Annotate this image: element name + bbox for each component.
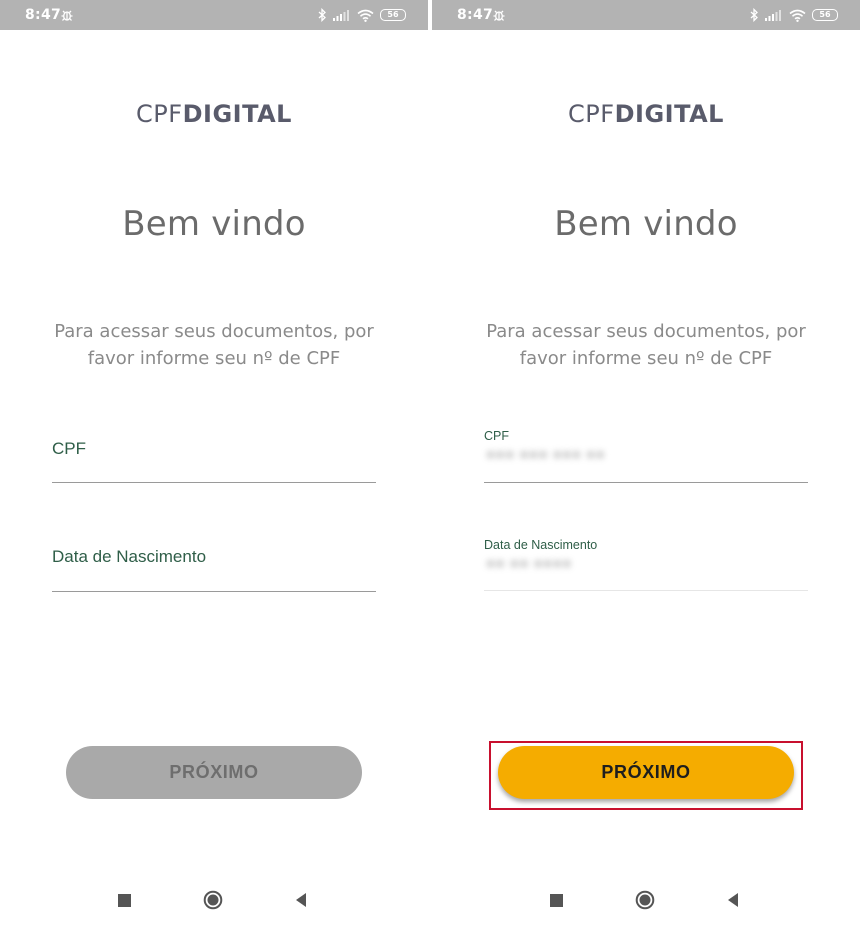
status-icons: 56 [318, 7, 406, 23]
cpf-field-label: CPF [52, 439, 86, 458]
recents-square-icon[interactable] [550, 894, 563, 907]
bug-icon [493, 10, 505, 21]
screenshot-comparison: 8:47 56 CPFDIGITAL Bem vindo Para acessa… [0, 0, 860, 927]
battery-level: 56 [387, 10, 399, 19]
birthdate-field-label: Data de Nascimento [52, 547, 207, 566]
phone-screen-filled: 8:47 56 CPFDIGITAL Bem vindo Para acessa… [432, 0, 860, 927]
instructions-text: Para acessar seus documentos, por favor … [54, 321, 374, 369]
cpf-field-value: ●●● ●●● ●●● ●● [486, 446, 606, 463]
signal-icon [765, 10, 781, 21]
home-circle-icon[interactable] [203, 890, 223, 910]
signal-icon [333, 10, 349, 21]
status-time: 8:47 [457, 7, 494, 23]
battery-icon: 56 [812, 9, 838, 21]
cpf-field-label: CPF [484, 429, 509, 443]
birthdate-field-label: Data de Nascimento [484, 538, 598, 552]
status-time: 8:47 [25, 7, 62, 23]
logo-light: CPF [136, 100, 183, 128]
phone-screen-empty: 8:47 56 CPFDIGITAL Bem vindo Para acessa… [0, 0, 428, 927]
battery-level: 56 [819, 10, 831, 19]
status-icons: 56 [750, 7, 838, 23]
next-button[interactable]: PRÓXIMO [498, 746, 794, 799]
battery-icon: 56 [380, 9, 406, 21]
birthdate-field[interactable]: Data de Nascimento [52, 531, 376, 592]
logo-light: CPF [568, 100, 615, 128]
navigation-bar [432, 870, 860, 927]
welcome-title: Bem vindo [554, 204, 738, 244]
birthdate-field[interactable]: Data de Nascimento ●● ●● ●●●● [484, 538, 808, 591]
bluetooth-icon [750, 8, 758, 22]
wifi-icon [357, 9, 374, 22]
navigation-bar [0, 870, 428, 927]
app-logo: CPFDIGITAL [0, 100, 428, 128]
logo-bold: DIGITAL [182, 100, 292, 128]
home-circle-icon[interactable] [635, 890, 655, 910]
back-triangle-icon[interactable] [294, 892, 308, 908]
app-logo: CPFDIGITAL [432, 100, 860, 128]
bug-icon [61, 10, 73, 21]
status-bar: 8:47 56 [432, 0, 860, 30]
welcome-title: Bem vindo [122, 204, 306, 244]
cpf-field[interactable]: CPF ●●● ●●● ●●● ●● [484, 429, 808, 483]
wifi-icon [789, 9, 806, 22]
instructions-text: Para acessar seus documentos, por favor … [486, 321, 806, 369]
back-triangle-icon[interactable] [726, 892, 740, 908]
recents-square-icon[interactable] [118, 894, 131, 907]
status-bar: 8:47 56 [0, 0, 428, 30]
next-button[interactable]: PRÓXIMO [66, 746, 362, 799]
logo-bold: DIGITAL [614, 100, 724, 128]
birthdate-field-value: ●● ●● ●●●● [486, 555, 572, 572]
cpf-field[interactable]: CPF [52, 422, 376, 483]
bluetooth-icon [318, 8, 326, 22]
